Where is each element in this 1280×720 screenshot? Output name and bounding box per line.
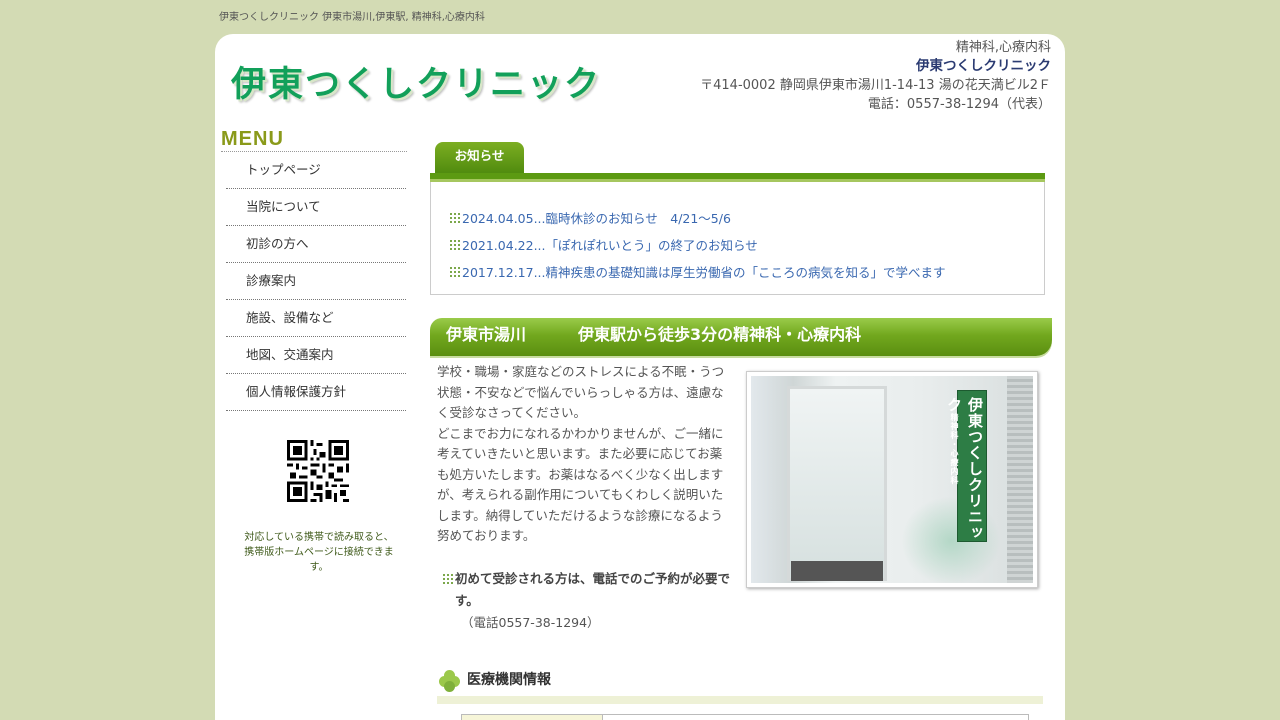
news-item-text[interactable]: 2021.04.22...「ぽれぽれいとう」の終了のお知らせ <box>462 235 758 254</box>
sidebar-item-top[interactable]: トップページ <box>226 152 406 189</box>
table-header-cell <box>462 715 603 720</box>
wall-pillar <box>1007 376 1033 583</box>
entrance-photo-image: 伊東つくしクリニック精神科・心療内科 <box>751 376 1033 583</box>
sign-sub-text: 精神科・心療内科 <box>950 413 959 485</box>
sidebar: MENU トップページ 当院について 初診の方へ 診療案内 施設、設備など 地図… <box>221 126 407 573</box>
section-title: 伊東駅から徒歩3分の精神科・心療内科 <box>578 325 862 344</box>
news-item-text[interactable]: 2017.12.17...精神疾患の基礎知識は厚生労働省の「こころの病気を知る」… <box>462 262 946 281</box>
grid-bullet-icon <box>450 239 460 250</box>
sidebar-item-access[interactable]: 地図、交通案内 <box>226 337 406 374</box>
medical-info-heading: 医療機関情報 <box>437 668 1043 704</box>
news-header-bar <box>430 173 1045 182</box>
grid-bullet-icon <box>450 212 460 223</box>
callout-bold: 初めて受診される方は、電話でのご予約が必要です。 <box>443 568 733 612</box>
floor-mat <box>791 561 883 581</box>
grid-bullet-icon <box>450 266 460 277</box>
qr-caption: 対応している携帯で読み取ると、携帯版ホームページに接続できます。 <box>244 532 394 573</box>
top-caption: 伊東つくしクリニック 伊東市湯川,伊東駅, 精神科,心療内科 <box>219 12 485 23</box>
header-clinic-name: 伊東つくしクリニック <box>916 58 1051 74</box>
medical-info-title: 医療機関情報 <box>467 672 551 688</box>
intro-paragraph: どこまでお力になれるかわかりませんが、ご一緒に考えていきたいと思います。また必要… <box>437 425 724 544</box>
medical-info-table <box>461 714 1029 720</box>
sidebar-item-facilities[interactable]: 施設、設備など <box>226 300 406 337</box>
grid-bullet-icon <box>443 574 453 584</box>
header-address: 〒414-0002 静岡県伊東市湯川1-14-13 湯の花天満ビル2Ｆ <box>700 78 1051 93</box>
sidebar-item-privacy[interactable]: 個人情報保護方針 <box>226 374 406 411</box>
sidebar-item-first-visit[interactable]: 初診の方へ <box>226 226 406 263</box>
menu-title: MENU <box>221 126 407 152</box>
header-info: 精神科,心療内科 伊東つくしクリニック 〒414-0002 静岡県伊東市湯川1-… <box>700 38 1051 114</box>
glass-door <box>787 386 887 581</box>
entrance-photo: 伊東つくしクリニック精神科・心療内科 <box>746 371 1038 588</box>
site-logo[interactable]: 伊東つくしクリニック <box>231 56 601 107</box>
tab-news[interactable]: お知らせ <box>435 142 524 174</box>
news-item-text[interactable]: 2024.04.05...臨時休診のお知らせ 4/21〜5/6 <box>462 208 731 227</box>
callout-phone: （電話0557-38-1294） <box>461 615 600 630</box>
intro-paragraph: 学校・職場・家庭などのストレスによる不眠・うつ状態・不安などで悩んでいらっしゃる… <box>437 364 725 420</box>
news-item[interactable]: 2024.04.05...臨時休診のお知らせ 4/21〜5/6 <box>450 204 1044 231</box>
first-visit-callout: 初めて受診される方は、電話でのご予約が必要です。 （電話0557-38-1294… <box>443 568 733 634</box>
qr-code-icon <box>287 440 349 502</box>
sidebar-item-consultation[interactable]: 診療案内 <box>226 263 406 300</box>
sidebar-menu: トップページ 当院について 初診の方へ 診療案内 施設、設備など 地図、交通案内… <box>226 152 406 411</box>
page-container: 伊東つくしクリニック 精神科,心療内科 伊東つくしクリニック 〒414-0002… <box>215 34 1065 720</box>
sidebar-item-about[interactable]: 当院について <box>226 189 406 226</box>
intro-text: 学校・職場・家庭などのストレスによる不眠・うつ状態・不安などで悩んでいらっしゃる… <box>437 362 733 547</box>
callout-bold-text: 初めて受診される方は、電話でのご予約が必要です。 <box>455 571 731 608</box>
section-place: 伊東市湯川 <box>446 325 527 344</box>
news-item[interactable]: 2021.04.22...「ぽれぽれいとう」の終了のお知らせ <box>450 231 1044 258</box>
header-phone: 電話：0557-38-1294（代表） <box>867 97 1051 112</box>
clinic-sign: 伊東つくしクリニック精神科・心療内科 <box>945 390 987 542</box>
clover-icon <box>439 670 461 692</box>
news-item[interactable]: 2017.12.17...精神疾患の基礎知識は厚生労働省の「こころの病気を知る」… <box>450 258 1044 285</box>
section-banner: 伊東市湯川 伊東駅から徒歩3分の精神科・心療内科 <box>430 318 1052 356</box>
news-list: 2024.04.05...臨時休診のお知らせ 4/21〜5/6 2021.04.… <box>430 182 1045 295</box>
header-specialty: 精神科,心療内科 <box>955 40 1051 55</box>
